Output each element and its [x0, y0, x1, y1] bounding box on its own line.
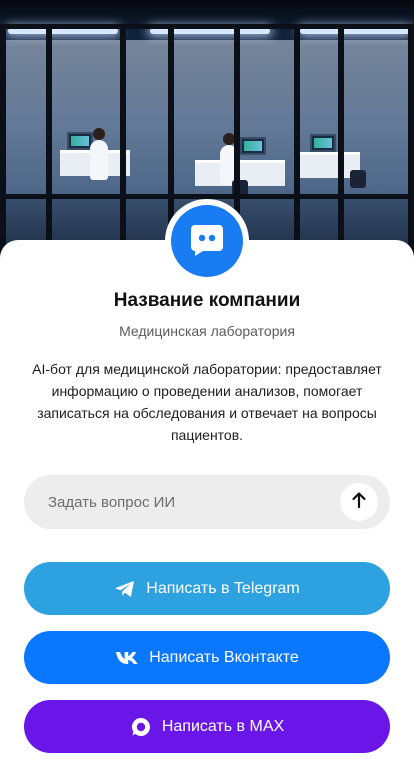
vk-icon — [115, 651, 139, 665]
telegram-button[interactable]: Написать в Telegram — [24, 562, 390, 615]
arrow-up-icon — [351, 491, 367, 514]
max-icon — [130, 716, 152, 738]
vk-button[interactable]: Написать Вконтакте — [24, 631, 390, 684]
max-button-label: Написать в MAX — [161, 717, 285, 735]
telegram-button-label: Написать в Telegram — [146, 579, 300, 597]
max-button[interactable]: Написать в MAX — [24, 700, 390, 753]
avatar — [171, 205, 243, 277]
ask-ai-input[interactable] — [24, 475, 324, 529]
chat-bot-icon — [189, 221, 225, 262]
vk-button-label: Написать Вконтакте — [149, 648, 299, 666]
bot-description: AI-бот для медицинской лаборатории: пред… — [32, 361, 382, 443]
send-button[interactable] — [340, 483, 378, 521]
ask-ai-field — [24, 475, 390, 529]
company-type: Медицинская лаборатория — [119, 323, 295, 339]
telegram-icon — [114, 580, 136, 598]
company-name: Название компании — [113, 290, 301, 311]
